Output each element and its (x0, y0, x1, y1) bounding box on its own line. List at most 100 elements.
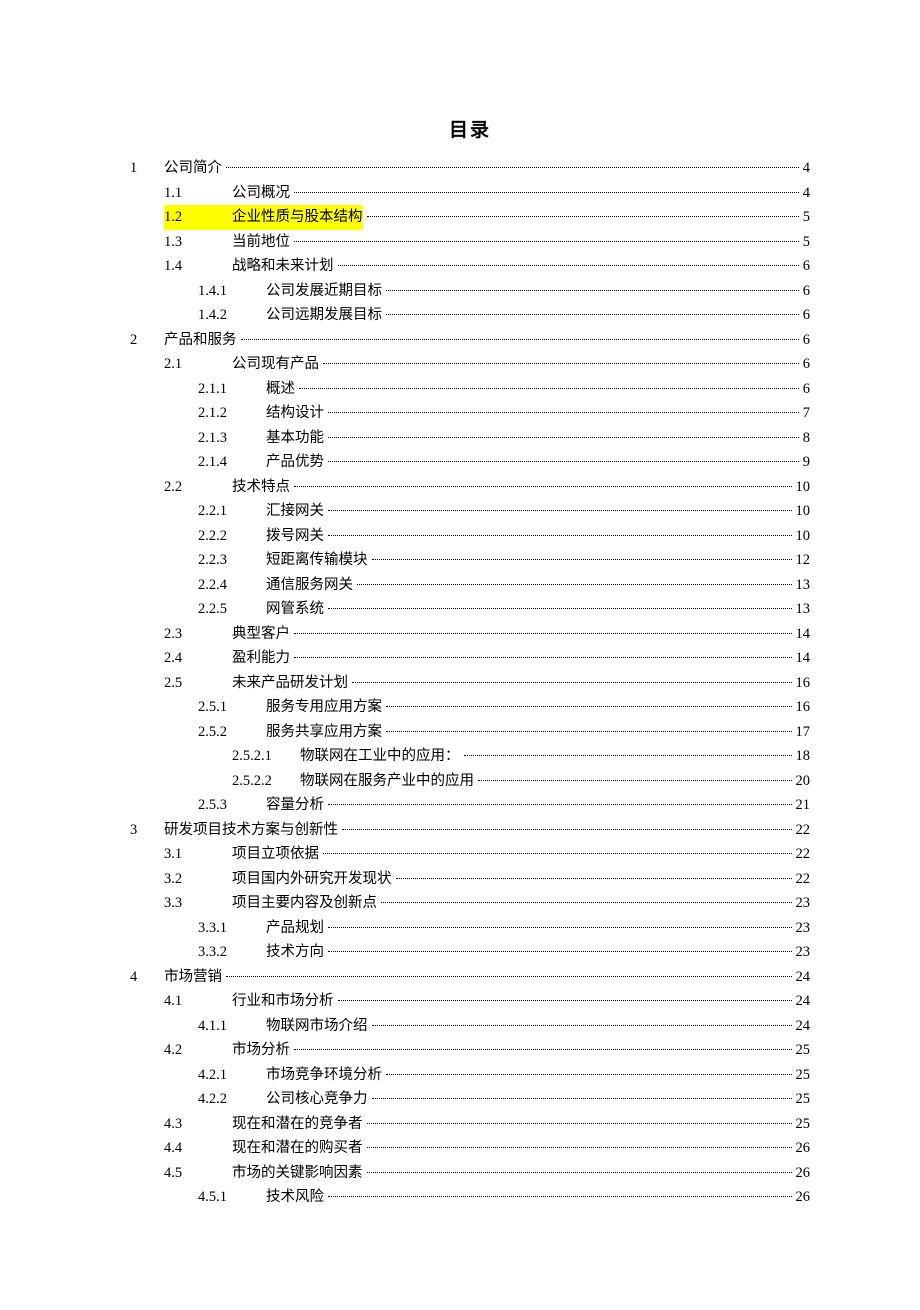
toc-leader (478, 779, 792, 781)
toc-number: 2.5.3 (198, 793, 266, 818)
toc-label: 公司简介 (164, 156, 222, 181)
toc-entry: 3研发项目技术方案与创新性22 (130, 818, 810, 843)
toc-page-number: 6 (803, 303, 810, 328)
toc-label: 技术风险 (266, 1185, 324, 1210)
toc-leader (294, 656, 792, 658)
toc-page-number: 23 (796, 940, 811, 965)
toc-entry: 1.2企业性质与股本结构5 (130, 205, 810, 230)
toc-label: 现在和潜在的购买者 (232, 1136, 363, 1161)
toc-leader (294, 1048, 792, 1050)
toc-label: 典型客户 (232, 622, 290, 647)
toc-leader (338, 264, 799, 266)
toc-leader (464, 754, 792, 756)
toc-entry: 1.3当前地位5 (130, 230, 810, 255)
toc-label: 容量分析 (266, 793, 324, 818)
toc-number: 4.2 (164, 1038, 232, 1063)
toc-label: 市场竞争环境分析 (266, 1063, 382, 1088)
toc-entry: 2.2.3短距离传输模块12 (130, 548, 810, 573)
toc-page-number: 14 (796, 646, 811, 671)
toc-leader (294, 240, 799, 242)
toc-page-number: 24 (796, 1014, 811, 1039)
toc-page-number: 23 (796, 916, 811, 941)
toc-label: 项目主要内容及创新点 (232, 891, 377, 916)
toc-number: 2.2.3 (198, 548, 266, 573)
toc-label: 市场分析 (232, 1038, 290, 1063)
page-container: 目录 1公司简介41.1公司概况41.2企业性质与股本结构51.3当前地位51.… (0, 0, 920, 1310)
toc-entry: 2.2技术特点10 (130, 475, 810, 500)
toc-leader (372, 1097, 792, 1099)
toc-label: 公司现有产品 (232, 352, 319, 377)
toc-label: 盈利能力 (232, 646, 290, 671)
toc-page-number: 26 (796, 1161, 811, 1186)
toc-number: 2.5 (164, 671, 232, 696)
toc-number: 1 (130, 156, 164, 181)
toc-entry: 4.2市场分析25 (130, 1038, 810, 1063)
toc-leader (328, 607, 792, 609)
toc-number: 2.4 (164, 646, 232, 671)
toc-page-number: 6 (803, 328, 810, 353)
toc-page-number: 26 (796, 1185, 811, 1210)
toc-number: 4.1 (164, 989, 232, 1014)
toc-leader (328, 411, 799, 413)
toc-label: 市场的关键影响因素 (232, 1161, 363, 1186)
toc-entry: 1.4战略和未来计划6 (130, 254, 810, 279)
toc-leader (241, 338, 799, 340)
toc-page-number: 4 (803, 181, 810, 206)
toc-number: 4.3 (164, 1112, 232, 1137)
toc-entry: 2产品和服务6 (130, 328, 810, 353)
toc-page-number: 4 (803, 156, 810, 181)
toc-label: 技术方向 (266, 940, 324, 965)
toc-number: 2.1 (164, 352, 232, 377)
toc-page-number: 22 (796, 818, 811, 843)
toc-entry: 4.5.1技术风险 26 (130, 1185, 810, 1210)
toc-label: 企业性质与股本结构 (232, 205, 363, 230)
toc-page-number: 13 (796, 573, 811, 598)
toc-leader (396, 877, 792, 879)
toc-number: 3.2 (164, 867, 232, 892)
toc-entry: 2.2.4通信服务网关13 (130, 573, 810, 598)
toc-entry: 1公司简介 4 (130, 156, 810, 181)
toc-leader (323, 852, 792, 854)
toc-number: 2.1.1 (198, 377, 266, 402)
toc-page-number: 6 (803, 352, 810, 377)
toc-entry: 4.4现在和潜在的购买者26 (130, 1136, 810, 1161)
toc-leader (328, 436, 799, 438)
toc-entry: 2.5.2.1物联网在工业中的应用：18 (130, 744, 810, 769)
toc-number: 4.2.1 (198, 1063, 266, 1088)
toc-label: 战略和未来计划 (232, 254, 334, 279)
toc-entry: 3.3项目主要内容及创新点23 (130, 891, 810, 916)
toc-label: 服务共享应用方案 (266, 720, 382, 745)
toc-entry: 1.1公司概况4 (130, 181, 810, 206)
toc-label: 当前地位 (232, 230, 290, 255)
toc-page-number: 9 (803, 450, 810, 475)
toc-number: 1.1 (164, 181, 232, 206)
toc-page-number: 10 (796, 475, 811, 500)
toc-page-number: 12 (796, 548, 811, 573)
toc-entry: 2.1.3基本功能8 (130, 426, 810, 451)
toc-leader (357, 583, 792, 585)
toc-leader (338, 999, 792, 1001)
toc-leader (226, 166, 799, 168)
toc-page-number: 7 (803, 401, 810, 426)
toc-number: 4.5.1 (198, 1185, 266, 1210)
toc-label: 项目立项依据 (232, 842, 319, 867)
toc-entry: 2.3典型客户14 (130, 622, 810, 647)
toc-entry: 4市场营销24 (130, 965, 810, 990)
toc-entry: 2.5.2.2物联网在服务产业中的应用20 (130, 769, 810, 794)
toc-leader (352, 681, 792, 683)
toc-page-number: 13 (796, 597, 811, 622)
toc-page-number: 16 (796, 695, 811, 720)
toc-number: 2.2.2 (198, 524, 266, 549)
toc-leader (386, 313, 799, 315)
toc-number: 1.3 (164, 230, 232, 255)
toc-page-number: 23 (796, 891, 811, 916)
toc-number: 1.2 (164, 205, 232, 230)
toc-list: 1公司简介 41.1公司概况41.2企业性质与股本结构51.3当前地位51.4战略… (130, 156, 810, 1210)
toc-label: 基本功能 (266, 426, 324, 451)
toc-number: 1.4 (164, 254, 232, 279)
toc-entry: 2.5.1服务专用应用方案16 (130, 695, 810, 720)
toc-leader (323, 362, 799, 364)
toc-page-number: 10 (796, 499, 811, 524)
toc-leader (328, 803, 792, 805)
toc-leader (367, 1122, 792, 1124)
